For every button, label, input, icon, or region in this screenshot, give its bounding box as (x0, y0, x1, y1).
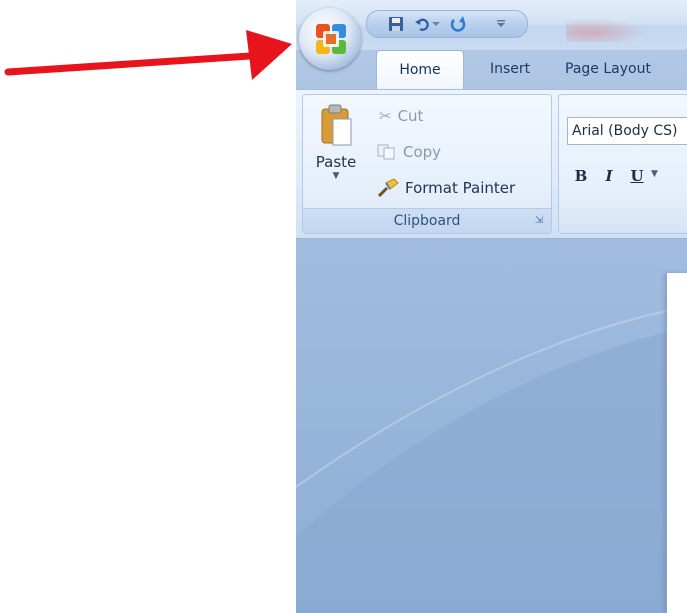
undo-dropdown-icon[interactable] (431, 15, 441, 33)
copy-icon (377, 144, 395, 160)
save-icon[interactable] (387, 15, 405, 33)
ribbon: Paste ▼ ✂ Cut Copy Format Painter Clipbo… (296, 89, 687, 239)
cut-label: Cut (397, 107, 424, 125)
background-swoosh (296, 306, 687, 613)
office-logo-icon (316, 24, 346, 54)
dialog-launcher-icon[interactable]: ⇲ (533, 215, 545, 227)
copy-label: Copy (403, 143, 442, 161)
paste-label: Paste (315, 153, 357, 171)
clipboard-group-label: Clipboard ⇲ (303, 208, 551, 233)
clipboard-group: Paste ▼ ✂ Cut Copy Format Painter Clipbo… (302, 94, 552, 234)
underline-button[interactable]: U (623, 163, 651, 189)
word-window: Home Insert Page Layout Paste ▼ ✂ Cut Co… (296, 0, 687, 613)
tab-page-layout[interactable]: Page Layout (565, 50, 651, 84)
clipboard-label: Clipboard (393, 213, 461, 229)
italic-button[interactable]: I (595, 163, 623, 189)
font-name-dropdown[interactable]: Arial (Body CS) (567, 117, 687, 145)
scissors-icon: ✂ (379, 107, 392, 125)
underline-dropdown-icon[interactable]: ▼ (651, 169, 658, 179)
format-painter-button[interactable]: Format Painter (377, 173, 515, 203)
paste-icon (321, 104, 352, 146)
cut-button[interactable]: ✂ Cut (379, 101, 423, 131)
quick-access-toolbar (366, 10, 528, 38)
office-button[interactable] (299, 8, 361, 70)
document-page[interactable] (666, 273, 687, 613)
bold-button[interactable]: B (567, 163, 595, 189)
annotation-arrow (4, 30, 292, 80)
customize-qat-icon[interactable] (495, 15, 507, 33)
redo-icon[interactable] (449, 15, 467, 33)
paste-button[interactable]: Paste ▼ (307, 99, 365, 203)
copy-button[interactable]: Copy (377, 137, 441, 167)
undo-icon[interactable] (413, 15, 431, 33)
font-group: Arial (Body CS) B I U ▼ (558, 94, 687, 234)
paste-dropdown-icon[interactable]: ▼ (307, 171, 365, 181)
tab-home[interactable]: Home (376, 50, 464, 89)
title-area (566, 18, 646, 42)
format-painter-icon (377, 178, 399, 198)
format-painter-label: Format Painter (405, 179, 516, 197)
tab-insert[interactable]: Insert (490, 50, 530, 84)
